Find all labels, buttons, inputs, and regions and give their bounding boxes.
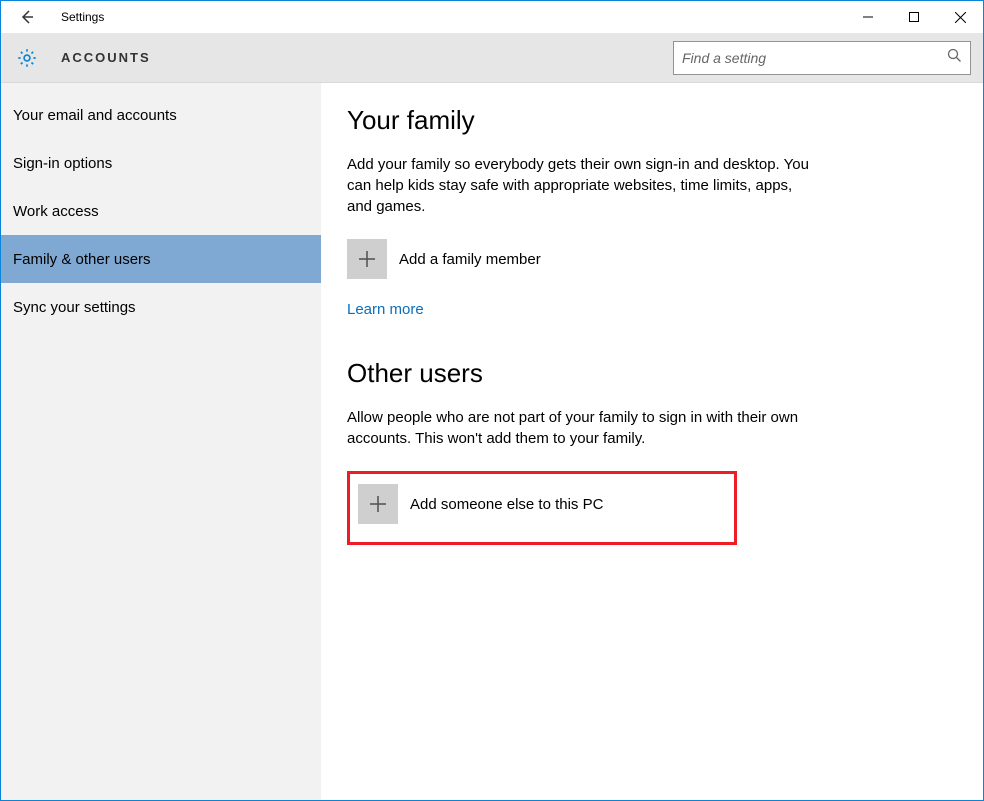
close-icon <box>955 12 966 23</box>
sidebar-item-label: Family & other users <box>13 251 151 268</box>
sidebar-item-sync-settings[interactable]: Sync your settings <box>1 283 321 331</box>
search-input[interactable] <box>682 50 947 66</box>
sidebar-item-label: Sync your settings <box>13 299 136 316</box>
gear-icon <box>13 44 41 72</box>
maximize-icon <box>909 12 919 22</box>
add-family-member-button[interactable]: Add a family member <box>347 239 983 279</box>
other-users-section: Other users Allow people who are not par… <box>347 358 983 545</box>
add-someone-else-label: Add someone else to this PC <box>410 496 603 513</box>
other-users-heading: Other users <box>347 358 983 389</box>
sidebar-item-family-other-users[interactable]: Family & other users <box>1 235 321 283</box>
search-icon <box>947 48 962 68</box>
back-button[interactable] <box>11 1 43 33</box>
sidebar: Your email and accounts Sign-in options … <box>1 83 321 800</box>
family-heading: Your family <box>347 105 983 136</box>
sidebar-item-signin-options[interactable]: Sign-in options <box>1 139 321 187</box>
search-box[interactable] <box>673 41 971 75</box>
sidebar-item-work-access[interactable]: Work access <box>1 187 321 235</box>
window-title: Settings <box>61 10 104 24</box>
plus-icon <box>347 239 387 279</box>
body: Your email and accounts Sign-in options … <box>1 83 983 800</box>
sidebar-item-label: Sign-in options <box>13 155 112 172</box>
learn-more-link[interactable]: Learn more <box>347 301 424 318</box>
window-controls <box>845 1 983 33</box>
sidebar-item-label: Work access <box>13 203 99 220</box>
content-panel: Your family Add your family so everybody… <box>321 83 983 800</box>
settings-window: Settings ACCOUNTS <box>0 0 984 801</box>
sidebar-item-email-accounts[interactable]: Your email and accounts <box>1 91 321 139</box>
titlebar: Settings <box>1 1 983 33</box>
add-someone-else-button[interactable]: Add someone else to this PC <box>358 484 726 524</box>
close-button[interactable] <box>937 1 983 33</box>
minimize-icon <box>863 12 873 22</box>
other-users-description: Allow people who are not part of your fa… <box>347 407 817 449</box>
family-description: Add your family so everybody gets their … <box>347 154 817 217</box>
sidebar-item-label: Your email and accounts <box>13 107 177 124</box>
back-arrow-icon <box>19 9 35 25</box>
minimize-button[interactable] <box>845 1 891 33</box>
section-title: ACCOUNTS <box>61 50 151 65</box>
maximize-button[interactable] <box>891 1 937 33</box>
plus-icon <box>358 484 398 524</box>
header-band: ACCOUNTS <box>1 33 983 83</box>
highlight-annotation: Add someone else to this PC <box>347 471 737 545</box>
add-family-member-label: Add a family member <box>399 251 541 268</box>
